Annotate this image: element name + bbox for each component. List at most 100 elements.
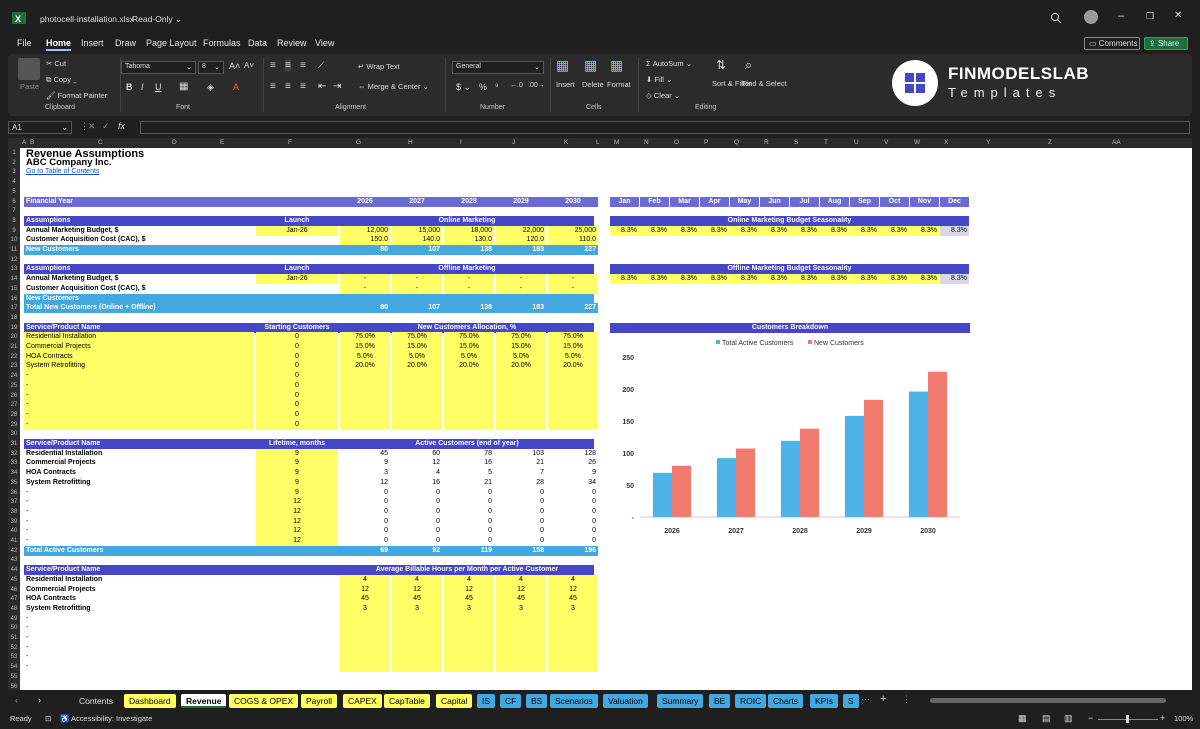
row-header[interactable]: 40 <box>8 526 20 536</box>
hours-cell[interactable]: 12 <box>444 584 494 595</box>
sheet-tab[interactable]: Dashboard <box>124 694 176 708</box>
allocation-cell[interactable]: 75.0% <box>548 332 598 343</box>
new-customers-cell[interactable]: 107 <box>392 245 442 255</box>
total-new-cell[interactable]: 138 <box>444 303 494 314</box>
allocation-cell[interactable]: 15.0% <box>444 342 494 352</box>
active-cell[interactable]: 0 <box>340 497 390 507</box>
row-header[interactable]: 27 <box>8 400 20 410</box>
starting-customers-cell[interactable]: 0 <box>256 332 338 343</box>
month-header[interactable]: Dec <box>940 196 969 207</box>
read-only-label[interactable]: Read-Only ⌄ <box>132 14 182 25</box>
increase-decimal-icon[interactable]: ←.0 <box>510 82 523 89</box>
service-name[interactable]: HOA Contracts <box>24 468 254 478</box>
allocation-cell[interactable] <box>548 380 598 391</box>
seasonality-cell[interactable]: 8.3% <box>760 274 789 285</box>
month-header[interactable]: Mar <box>670 196 699 207</box>
row-header[interactable]: 10 <box>8 235 20 245</box>
allocation-cell[interactable]: 20.0% <box>444 361 494 372</box>
allocation-cell[interactable] <box>340 409 390 420</box>
wrap-text-button[interactable]: ↵ Wrap Text <box>358 62 400 71</box>
allocation-cell[interactable] <box>496 400 546 411</box>
sheet-tab[interactable]: Valuation <box>603 694 648 708</box>
total-new-cell[interactable]: 227 <box>548 303 598 314</box>
allocation-cell[interactable] <box>444 371 494 382</box>
allocation-cell[interactable]: 75.0% <box>392 332 442 343</box>
allocation-cell[interactable] <box>444 419 494 430</box>
accessibility-status[interactable]: ♿ Accessibility: Investigate <box>60 714 152 723</box>
row-header[interactable]: 32 <box>8 449 20 459</box>
fill-button[interactable]: ⬇ Fill ⌄ <box>646 75 672 84</box>
cac-cell[interactable]: - <box>444 283 494 294</box>
lifetime-cell[interactable]: 12 <box>256 526 338 537</box>
restore-icon[interactable]: ❐ <box>1146 11 1154 22</box>
month-header[interactable]: Apr <box>700 196 729 207</box>
hours-cell[interactable]: 45 <box>496 594 546 605</box>
add-sheet-icon[interactable]: + <box>880 693 886 705</box>
active-cell[interactable]: 26 <box>548 458 598 468</box>
total-active-cell[interactable]: 158 <box>496 545 546 556</box>
name-box[interactable]: A1 ⌄ <box>8 121 72 134</box>
row-header[interactable]: 54 <box>8 662 20 672</box>
align-bottom-icon[interactable]: ≡ <box>300 60 306 71</box>
hours-cell[interactable] <box>392 613 442 624</box>
seasonality-cell[interactable]: 8.3% <box>940 274 969 285</box>
comments-button[interactable]: ▭ Comments <box>1084 37 1140 50</box>
hours-cell[interactable]: 3 <box>340 603 390 614</box>
find-select-button[interactable]: Find & Select <box>742 79 787 88</box>
year-header[interactable]: 2029 <box>496 196 546 207</box>
orientation-icon[interactable]: ⟋ <box>318 60 324 71</box>
row-header[interactable]: 6 <box>8 197 20 207</box>
more-sheets-icon[interactable]: ⋯ <box>861 694 870 705</box>
sheet-tab[interactable]: BS <box>526 694 548 708</box>
total-active-cell[interactable]: 196 <box>548 545 598 556</box>
hours-cell[interactable] <box>548 623 598 634</box>
lifetime-cell[interactable]: 9 <box>256 448 338 459</box>
active-cell[interactable]: 0 <box>340 488 390 498</box>
active-cell[interactable]: 0 <box>548 507 598 517</box>
active-cell[interactable]: 0 <box>444 526 494 536</box>
allocation-cell[interactable]: 15.0% <box>340 342 390 352</box>
zoom-level[interactable]: 100% <box>1174 714 1193 723</box>
sheet-tab[interactable]: Capital <box>436 694 473 708</box>
allocation-cell[interactable] <box>340 380 390 391</box>
next-sheet-icon[interactable]: › <box>38 695 41 705</box>
allocation-cell[interactable] <box>444 409 494 420</box>
row-header[interactable]: 38 <box>8 507 20 517</box>
seasonality-cell[interactable]: 8.3% <box>790 274 819 285</box>
lifetime-header[interactable]: Lifetime, months <box>256 439 338 449</box>
cac-cell[interactable]: 110.0 <box>548 235 598 246</box>
new-customers-row[interactable]: New Customers <box>24 293 594 304</box>
active-cell[interactable]: 0 <box>340 507 390 517</box>
row-header[interactable]: 51 <box>8 633 20 643</box>
sheet-tab[interactable]: IS <box>477 694 496 708</box>
row-header[interactable]: 55 <box>8 672 20 682</box>
row-header[interactable]: 8 <box>8 216 20 226</box>
allocation-cell[interactable]: 75.0% <box>340 332 390 343</box>
column-header[interactable]: Q <box>734 139 739 146</box>
service-name[interactable]: Residential Installation <box>24 332 254 343</box>
hours-cell[interactable] <box>392 623 442 634</box>
hours-cell[interactable] <box>496 642 546 653</box>
merge-center-button[interactable]: ⇔ Merge & Center ⌄ <box>358 82 429 91</box>
lifetime-cell[interactable]: 9 <box>256 477 338 488</box>
cac-cell[interactable]: - <box>340 283 390 294</box>
close-icon[interactable]: ✕ <box>1174 10 1182 21</box>
total-active-cell[interactable]: 92 <box>392 545 442 556</box>
hours-cell[interactable] <box>548 633 598 643</box>
row-header[interactable]: 48 <box>8 604 20 614</box>
row-header[interactable]: 49 <box>8 614 20 624</box>
active-cell[interactable]: 4 <box>392 468 442 478</box>
column-header[interactable]: X <box>944 139 948 146</box>
allocation-cell[interactable]: 5.0% <box>444 351 494 362</box>
sheet-tab[interactable]: S <box>843 694 859 708</box>
hours-cell[interactable]: 12 <box>496 584 546 595</box>
allocation-cell[interactable] <box>392 419 442 430</box>
hours-cell[interactable] <box>548 652 598 663</box>
active-cell[interactable]: 0 <box>392 526 442 536</box>
company-name[interactable]: ABC Company Inc. <box>24 158 324 168</box>
new-customers-cell[interactable]: 138 <box>444 245 494 255</box>
new-customers-cell[interactable]: 80 <box>340 245 390 255</box>
row-header[interactable]: 39 <box>8 517 20 527</box>
service-name[interactable]: - <box>24 380 254 391</box>
column-header[interactable]: O <box>674 139 679 146</box>
